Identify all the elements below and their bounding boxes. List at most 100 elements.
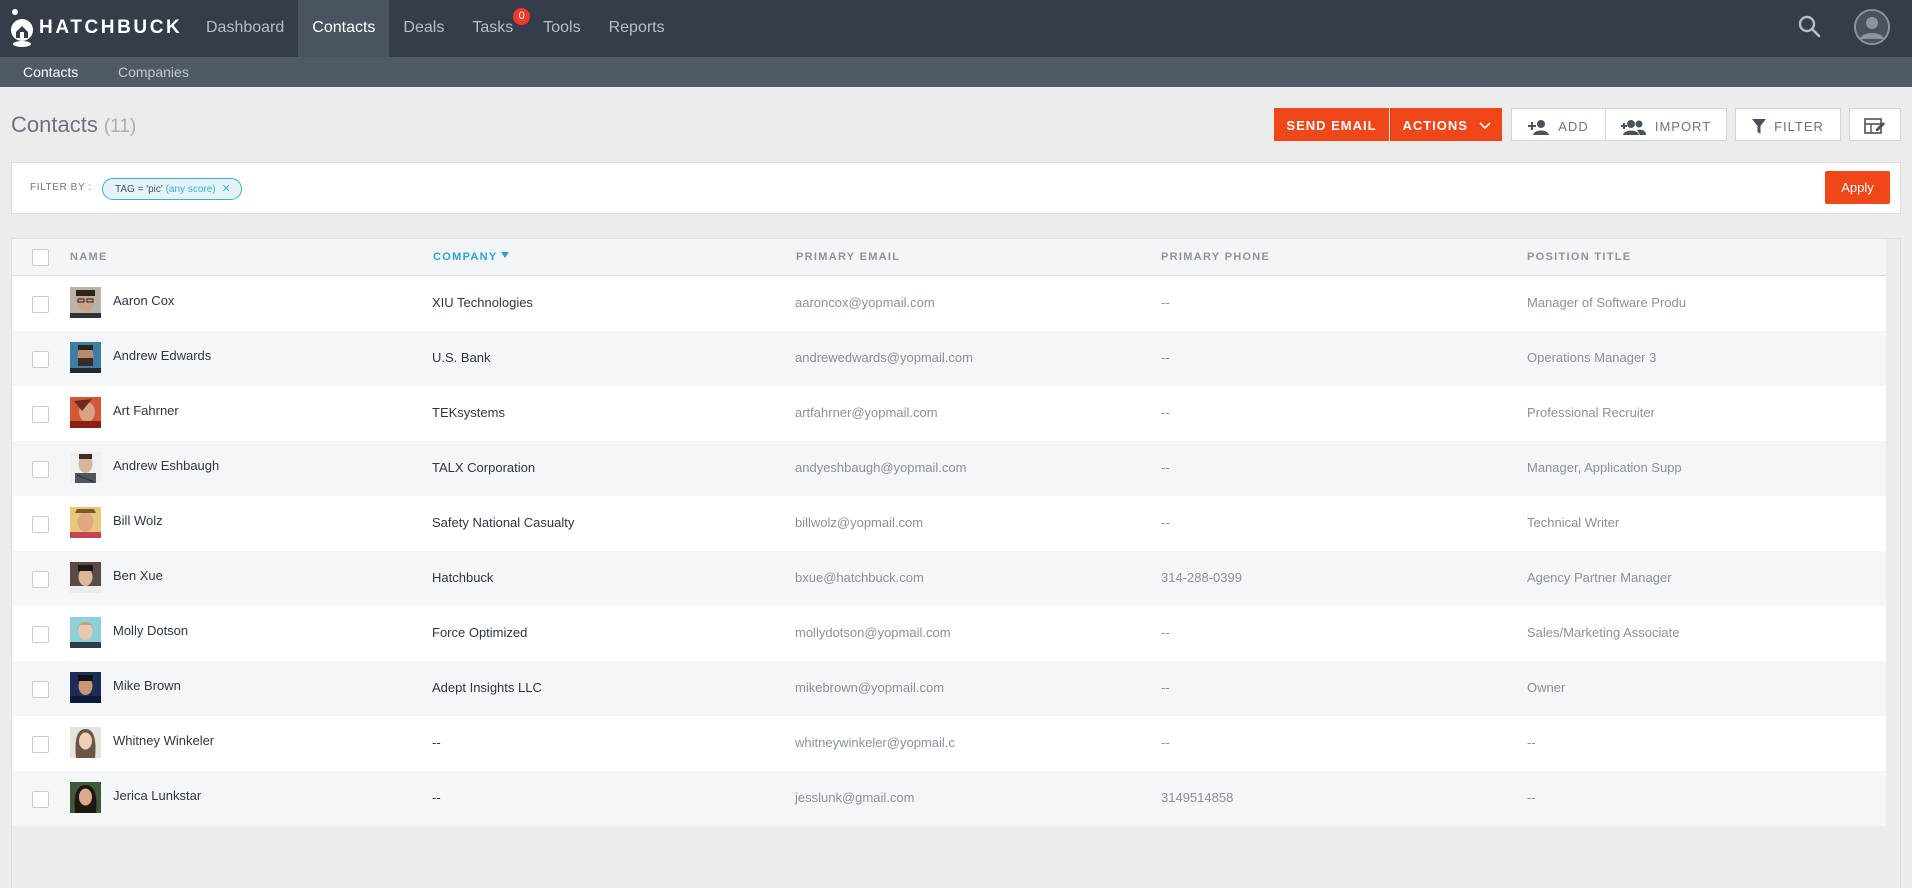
tag-filter-pill[interactable]: TAG = 'pic' (any score) ✕: [102, 178, 242, 200]
contact-phone: 314-288-0399: [1161, 570, 1242, 585]
table-row[interactable]: Andrew Eshbaugh TALX Corporation andyesh…: [12, 441, 1886, 496]
table-row[interactable]: Ben Xue Hatchbuck bxue@hatchbuck.com 314…: [12, 551, 1886, 606]
column-header-primary-email[interactable]: PRIMARY EMAIL: [796, 251, 900, 263]
row-checkbox[interactable]: [32, 681, 49, 698]
table-row[interactable]: Molly Dotson Force Optimized mollydotson…: [12, 606, 1886, 661]
main-nav: Dashboard Contacts Deals Tasks 0 Tools Re…: [192, 0, 679, 57]
contact-name[interactable]: Molly Dotson: [113, 623, 188, 638]
search-icon[interactable]: [1797, 14, 1823, 40]
avatar: [70, 672, 101, 703]
contact-name[interactable]: Bill Wolz: [113, 513, 163, 528]
avatar: [70, 782, 101, 813]
select-all-checkbox[interactable]: [32, 249, 49, 266]
contact-phone: --: [1161, 295, 1170, 310]
contact-phone: --: [1161, 460, 1170, 475]
add-user-icon: [1528, 119, 1550, 135]
close-icon[interactable]: ✕: [222, 183, 231, 195]
user-avatar-icon[interactable]: [1854, 9, 1890, 45]
contact-phone: --: [1161, 350, 1170, 365]
contact-position-title: Sales/Marketing Associate: [1527, 625, 1680, 640]
row-checkbox[interactable]: [32, 351, 49, 368]
nav-item-deals[interactable]: Deals: [389, 0, 458, 57]
table-row[interactable]: Whitney Winkeler -- whitneywinkeler@yopm…: [12, 716, 1886, 771]
nav-item-contacts[interactable]: Contacts: [298, 0, 390, 57]
contact-company: Force Optimized: [432, 625, 528, 640]
chevron-down-icon: [1478, 121, 1491, 129]
contact-name[interactable]: Whitney Winkeler: [113, 733, 214, 748]
contact-position-title: Agency Partner Manager: [1527, 570, 1672, 585]
row-checkbox[interactable]: [32, 516, 49, 533]
tasks-count-badge: 0: [513, 8, 531, 25]
row-checkbox[interactable]: [32, 626, 49, 643]
contact-company: Adept Insights LLC: [432, 680, 542, 695]
nav-label: Tools: [543, 19, 581, 36]
send-email-button[interactable]: SEND EMAIL: [1274, 108, 1389, 141]
contact-company: Hatchbuck: [432, 570, 494, 585]
column-header-primary-phone[interactable]: PRIMARY PHONE: [1161, 251, 1270, 263]
contact-position-title: Technical Writer: [1527, 515, 1620, 530]
nav-item-tools[interactable]: Tools: [535, 0, 594, 57]
sort-desc-icon: [500, 252, 509, 258]
contact-name[interactable]: Jerica Lunkstar: [113, 788, 201, 803]
contact-position-title: --: [1527, 735, 1536, 750]
contact-company: --: [432, 735, 441, 750]
hatchbuck-logo[interactable]: HATCHBUCK: [10, 6, 182, 50]
row-checkbox[interactable]: [32, 406, 49, 423]
table-row[interactable]: Mike Brown Adept Insights LLC mikebrown@…: [12, 661, 1886, 716]
row-checkbox[interactable]: [32, 736, 49, 753]
contact-phone: --: [1161, 680, 1170, 695]
contact-phone: --: [1161, 625, 1170, 640]
table-row[interactable]: Aaron Cox XIU Technologies aaroncox@yopm…: [12, 276, 1886, 331]
contact-email: billwolz@yopmail.com: [795, 515, 924, 530]
contact-name[interactable]: Mike Brown: [113, 678, 181, 693]
row-checkbox[interactable]: [32, 461, 49, 478]
table-row[interactable]: Jerica Lunkstar -- jesslunk@gmail.com 31…: [12, 771, 1886, 826]
table-row[interactable]: Andrew Edwards U.S. Bank andrewedwards@y…: [12, 331, 1886, 386]
contact-company: U.S. Bank: [432, 350, 491, 365]
contact-name[interactable]: Aaron Cox: [113, 293, 174, 308]
contact-company: XIU Technologies: [432, 295, 533, 310]
nav-item-tasks[interactable]: Tasks 0: [458, 0, 535, 57]
contact-email: bxue@hatchbuck.com: [795, 570, 924, 585]
actions-label: ACTIONS: [1402, 118, 1468, 134]
page-title-text: Contacts: [11, 112, 98, 137]
nav-label: Contacts: [312, 19, 376, 36]
send-email-label: SEND EMAIL: [1286, 118, 1377, 134]
table-row[interactable]: Bill Wolz Safety National Casualty billw…: [12, 496, 1886, 551]
nav-item-dashboard[interactable]: Dashboard: [192, 0, 298, 57]
row-checkbox[interactable]: [32, 791, 49, 808]
row-checkbox[interactable]: [32, 571, 49, 588]
import-button[interactable]: IMPORT: [1605, 108, 1727, 141]
column-settings-icon: [1864, 117, 1885, 134]
filter-button[interactable]: FILTER: [1735, 108, 1841, 141]
column-header-company-label: COMPANY: [433, 251, 498, 263]
filter-icon: [1752, 118, 1767, 134]
contact-name[interactable]: Ben Xue: [113, 568, 163, 583]
avatar: [70, 397, 101, 428]
avatar: [70, 452, 101, 483]
avatar: [70, 342, 101, 373]
contact-email: artfahrner@yopmail.com: [795, 405, 938, 420]
contact-name[interactable]: Andrew Edwards: [113, 348, 211, 363]
contact-name[interactable]: Andrew Eshbaugh: [113, 458, 219, 473]
column-header-position-title[interactable]: POSITION TITLE: [1527, 251, 1631, 263]
column-header-name[interactable]: NAME: [70, 251, 108, 263]
column-settings-button[interactable]: [1849, 108, 1901, 141]
contacts-count: (11): [103, 116, 137, 137]
contact-name[interactable]: Art Fahrner: [113, 403, 179, 418]
apply-filter-button[interactable]: Apply: [1825, 171, 1890, 204]
contact-phone: 3149514858: [1161, 790, 1234, 805]
add-contact-button[interactable]: ADD: [1511, 108, 1606, 141]
contact-company: --: [432, 790, 441, 805]
nav-item-reports[interactable]: Reports: [595, 0, 679, 57]
row-checkbox[interactable]: [32, 296, 49, 313]
contact-email: andrewedwards@yopmail.com: [795, 350, 973, 365]
subnav-item-companies[interactable]: Companies: [118, 57, 189, 87]
table-row[interactable]: Art Fahrner TEKsystems artfahrner@yopmai…: [12, 386, 1886, 441]
subnav-item-contacts[interactable]: Contacts: [23, 57, 78, 87]
avatar: [70, 617, 101, 648]
column-header-company[interactable]: COMPANY: [433, 251, 509, 263]
import-label: IMPORT: [1654, 119, 1712, 135]
actions-dropdown-button[interactable]: ACTIONS: [1390, 108, 1502, 141]
contact-phone: --: [1161, 735, 1170, 750]
